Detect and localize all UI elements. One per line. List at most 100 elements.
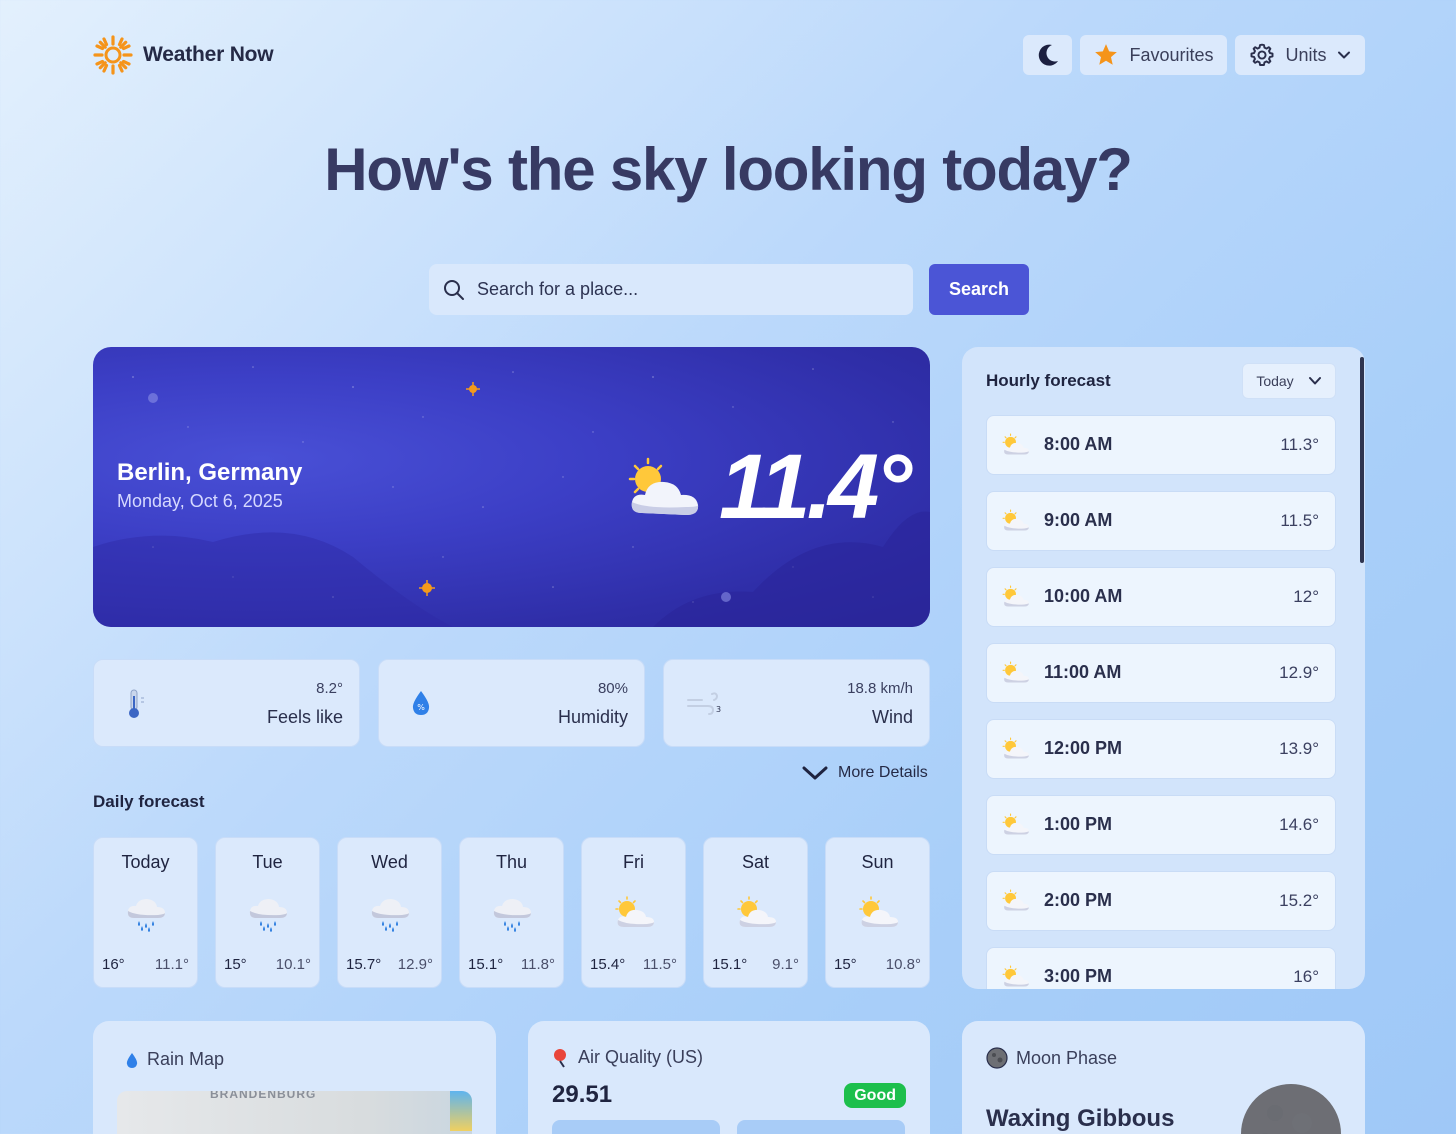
hour-weather-icon bbox=[1001, 433, 1031, 462]
day-high-temp: 15.7° bbox=[346, 956, 382, 973]
hour-weather-icon bbox=[1001, 813, 1031, 842]
day-weather-icon bbox=[735, 896, 779, 935]
hourly-row[interactable]: 2:00 PM 15.2° bbox=[986, 871, 1336, 931]
dark-mode-toggle[interactable] bbox=[1023, 35, 1072, 75]
day-weather-icon bbox=[857, 896, 901, 935]
hour-temp: 12.9° bbox=[1279, 663, 1319, 682]
day-high-temp: 15.1° bbox=[712, 956, 748, 973]
map-region-label: BRANDENBURG bbox=[210, 1091, 317, 1101]
partly-cloudy-icon bbox=[615, 896, 654, 927]
partly-cloudy-icon bbox=[1002, 433, 1029, 455]
more-details-toggle[interactable]: More Details bbox=[802, 764, 928, 782]
day-name: Wed bbox=[371, 852, 408, 872]
hour-weather-icon bbox=[1001, 585, 1031, 614]
air-quality-detail-tile bbox=[552, 1120, 720, 1134]
hour-temp: 11.3° bbox=[1280, 435, 1319, 454]
hourly-row[interactable]: 3:00 PM 16° bbox=[986, 947, 1336, 989]
search-input[interactable] bbox=[477, 279, 877, 300]
more-details-label: More Details bbox=[838, 764, 928, 781]
moon-phase-icon bbox=[986, 1047, 1008, 1069]
partly-cloudy-day-icon bbox=[628, 457, 699, 515]
rain-map-view[interactable]: BRANDENBURG bbox=[117, 1091, 472, 1134]
moon-phase-name: Waxing Gibbous bbox=[986, 1105, 1175, 1132]
humidity-drop-icon: % bbox=[412, 691, 430, 715]
day-weather-icon bbox=[247, 896, 289, 937]
day-low-temp: 12.9° bbox=[397, 956, 433, 973]
hour-temp: 16° bbox=[1293, 967, 1319, 986]
partly-cloudy-icon bbox=[1002, 737, 1029, 759]
humidity-value: 80% bbox=[597, 680, 628, 697]
favourites-button[interactable]: Favourites bbox=[1080, 35, 1227, 75]
day-high-temp: 16° bbox=[102, 956, 125, 973]
hourly-forecast-title: Hourly forecast bbox=[986, 371, 1111, 390]
hourly-forecast-panel[interactable]: Hourly forecast Today 8:00 AM 11.3° 9:00 A… bbox=[962, 347, 1365, 989]
favourites-label: Favourites bbox=[1129, 44, 1214, 65]
hourly-row[interactable]: 12:00 PM 13.9° bbox=[986, 719, 1336, 779]
day-high-temp: 15° bbox=[224, 956, 247, 973]
hour-temp: 12° bbox=[1293, 587, 1319, 606]
day-name: Sat bbox=[741, 852, 770, 872]
wind-value: 18.8 km/h bbox=[847, 680, 913, 697]
hourly-row[interactable]: 11:00 AM 12.9° bbox=[986, 643, 1336, 703]
raindrop-icon bbox=[126, 1052, 138, 1068]
day-selector-dropdown[interactable]: Today bbox=[1242, 363, 1336, 399]
daily-forecast-card[interactable]: Today 16° 11.1° bbox=[93, 837, 198, 988]
daily-forecast-card[interactable]: Tue 15° 10.1° bbox=[215, 837, 320, 988]
moon-phase-title: Moon Phase bbox=[1016, 1047, 1118, 1068]
hourly-row[interactable]: 1:00 PM 14.6° bbox=[986, 795, 1336, 855]
daily-forecast-card[interactable]: Wed 15.7° 12.9° bbox=[337, 837, 442, 988]
moon-phase-card: Moon Phase Waxing Gibbous bbox=[962, 1021, 1365, 1134]
hour-temp: 13.9° bbox=[1279, 739, 1319, 758]
hour-temp: 15.2° bbox=[1279, 891, 1319, 910]
hour-time: 1:00 PM bbox=[1044, 814, 1113, 834]
partly-cloudy-icon bbox=[1002, 889, 1029, 911]
rain-overlay bbox=[450, 1091, 472, 1131]
hourly-row[interactable]: 8:00 AM 11.3° bbox=[986, 415, 1336, 475]
daily-forecast-card[interactable]: Sat 15.1° 9.1° bbox=[703, 837, 808, 988]
day-selector-label: Today bbox=[1256, 373, 1294, 389]
air-quality-title: Air Quality (US) bbox=[578, 1047, 704, 1067]
stat-card-wind: 3 18.8 km/h Wind bbox=[663, 659, 930, 747]
page-title: How's the sky looking today? bbox=[324, 136, 1133, 203]
star-icon bbox=[1095, 44, 1118, 65]
search-field[interactable] bbox=[429, 264, 913, 315]
hour-weather-icon bbox=[1001, 509, 1031, 538]
day-high-temp: 15° bbox=[834, 956, 857, 973]
day-low-temp: 10.8° bbox=[885, 956, 921, 973]
hour-time: 11:00 AM bbox=[1044, 662, 1122, 682]
daily-forecast-card[interactable]: Thu 15.1° 11.8° bbox=[459, 837, 564, 988]
air-quality-card: Air Quality (US) 29.51 Good bbox=[528, 1021, 930, 1134]
daily-forecast-card[interactable]: Sun 15° 10.8° bbox=[825, 837, 930, 988]
current-location: Berlin, Germany bbox=[117, 459, 303, 486]
hourly-scrollbar[interactable] bbox=[1360, 357, 1364, 563]
rain-cloud-icon bbox=[127, 899, 165, 932]
app-name: Weather Now bbox=[143, 43, 274, 66]
stat-card-feels-like: 8.2° Feels like bbox=[93, 659, 360, 747]
partly-cloudy-icon bbox=[1002, 661, 1029, 683]
units-dropdown[interactable]: Units bbox=[1235, 35, 1365, 75]
search-button[interactable]: Search bbox=[929, 264, 1029, 315]
day-name: Sun bbox=[861, 852, 894, 872]
partly-cloudy-icon bbox=[1002, 509, 1029, 531]
hourly-row[interactable]: 10:00 AM 12° bbox=[986, 567, 1336, 627]
air-quality-icon bbox=[554, 1048, 566, 1068]
hour-weather-icon bbox=[1001, 889, 1031, 918]
rain-cloud-icon bbox=[371, 899, 409, 932]
chevron-down-icon bbox=[1337, 51, 1350, 59]
search-icon bbox=[444, 279, 464, 300]
day-low-temp: 10.1° bbox=[275, 956, 311, 973]
rain-cloud-icon bbox=[493, 899, 531, 932]
day-weather-icon bbox=[369, 896, 411, 937]
day-name: Tue bbox=[252, 852, 283, 872]
air-quality-detail-tile bbox=[737, 1120, 905, 1134]
hourly-row[interactable]: 9:00 AM 11.5° bbox=[986, 491, 1336, 551]
gear-icon bbox=[1251, 43, 1274, 66]
partly-cloudy-icon bbox=[1002, 965, 1029, 987]
hour-temp: 11.5° bbox=[1280, 511, 1319, 530]
daily-forecast-card[interactable]: Fri 15.4° 11.5° bbox=[581, 837, 686, 988]
current-weather-card: Berlin, Germany Monday, Oct 6, 2025 11.4… bbox=[93, 347, 930, 627]
app-logo[interactable]: Weather Now bbox=[93, 35, 274, 75]
chevron-down-icon bbox=[802, 766, 828, 780]
feels-like-label: Feels like bbox=[266, 707, 343, 727]
day-high-temp: 15.4° bbox=[590, 956, 626, 973]
